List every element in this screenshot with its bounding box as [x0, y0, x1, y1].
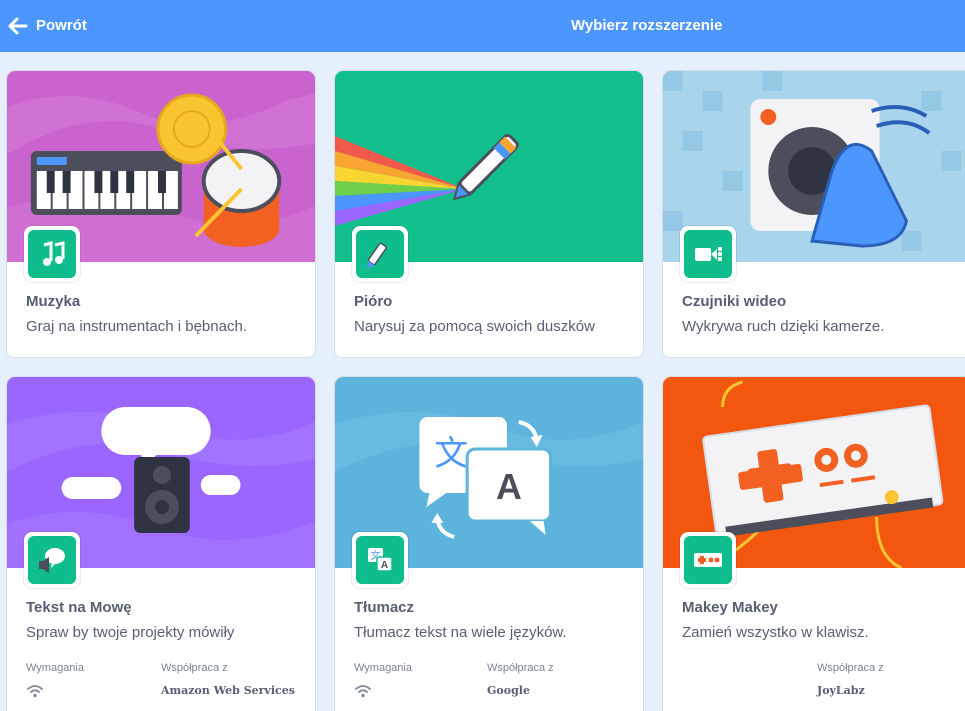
video-sensing-badge [680, 226, 736, 282]
makey-makey-badge [680, 532, 736, 588]
music-badge [24, 226, 80, 282]
svg-text:A: A [496, 467, 522, 507]
extension-description: Graj na instrumentach i bębnach. [26, 318, 247, 335]
collaborator-name: Amazon Web Services [161, 684, 295, 697]
requirements-label: Wymagania [354, 662, 412, 674]
extension-name: Pióro [354, 293, 393, 310]
extension-description: Wykrywa ruch dzięki kamerze. [682, 318, 885, 335]
requirements-label: Wymagania [26, 662, 84, 674]
pen-icon [366, 242, 387, 269]
translate-icon: 文 A [368, 548, 393, 572]
collaboration-label: Współpraca z [161, 662, 228, 674]
collaborator-name: Google [487, 684, 530, 697]
extension-card-video-sensing[interactable]: Czujniki wideo Wykrywa ruch dzięki kamer… [662, 70, 965, 358]
wifi-icon [27, 685, 43, 698]
svg-text:文: 文 [434, 434, 468, 473]
speaker-bubble-icon [39, 548, 65, 573]
extension-card-text-to-speech[interactable]: Tekst na Mowę Spraw by twoje projekty mó… [6, 376, 316, 711]
extension-card-pen[interactable]: Pióro Narysuj za pomocą swoich duszków [334, 70, 644, 358]
music-notes-icon [43, 241, 65, 266]
extension-name: Muzyka [26, 293, 81, 310]
makey-controller-icon [694, 553, 722, 567]
extension-description: Zamień wszystko w klawisz. [682, 624, 869, 641]
page-title: Wybierz rozszerzenie [571, 17, 723, 34]
back-label: Powrót [36, 17, 87, 34]
back-button[interactable]: Powrót [8, 14, 87, 38]
collaboration-label: Współpraca z [487, 662, 554, 674]
extension-card-translate[interactable]: 文 A 文 A Tłumacz Tłumacz tekst na wiele j… [334, 376, 644, 711]
extension-card-music[interactable]: Muzyka Graj na instrumentach i bębnach. [6, 70, 316, 358]
video-camera-icon [695, 247, 722, 261]
extension-description: Tłumacz tekst na wiele języków. [354, 624, 567, 641]
extension-name: Makey Makey [682, 599, 778, 616]
arrow-left-icon [8, 17, 28, 35]
svg-text:A: A [381, 560, 388, 571]
collaboration-label: Współpraca z [817, 662, 884, 674]
extension-name: Tłumacz [354, 599, 415, 616]
wifi-icon [355, 685, 371, 698]
extension-description: Narysuj za pomocą swoich duszków [354, 318, 595, 335]
library-header: Powrót Wybierz rozszerzenie [0, 0, 965, 52]
extension-description: Spraw by twoje projekty mówiły [26, 624, 235, 641]
translate-badge: 文 A [352, 532, 408, 588]
extension-name: Tekst na Mowę [26, 599, 132, 616]
collaborator-name: JoyLabz [817, 684, 865, 697]
extension-card-makey-makey[interactable]: Makey Makey Zamień wszystko w klawisz. W… [662, 376, 965, 711]
extension-name: Czujniki wideo [682, 293, 787, 310]
pen-badge [352, 226, 408, 282]
text-to-speech-badge [24, 532, 80, 588]
